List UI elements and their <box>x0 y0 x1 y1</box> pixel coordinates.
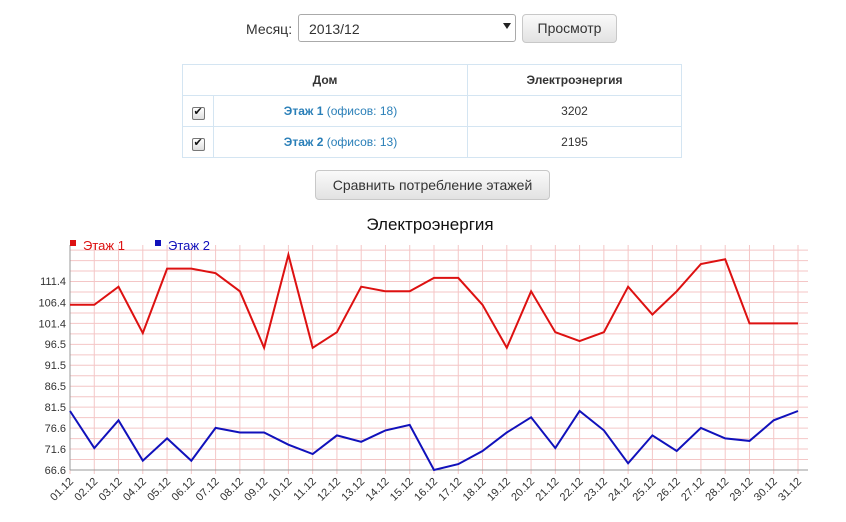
y-tick-label: 71.6 <box>45 444 66 456</box>
legend-label: Этаж 2 <box>168 238 210 253</box>
chart-title: Электроэнергия <box>366 215 493 234</box>
x-tick-label: 03.12 <box>97 476 125 504</box>
x-tick-label: 02.12 <box>72 476 100 504</box>
x-tick-label: 25.12 <box>631 476 659 504</box>
x-tick-label: 26.12 <box>655 476 683 504</box>
floor-2-checkbox[interactable]: ✔ <box>191 136 205 151</box>
x-tick-label: 14.12 <box>364 476 392 504</box>
x-tick-label: 31.12 <box>776 476 804 504</box>
y-tick-label: 66.6 <box>45 465 66 477</box>
floor-cell: Этаж 2 (офисов: 13) <box>213 126 468 158</box>
floor-2-link[interactable]: Этаж 2 <box>284 135 324 149</box>
x-tick-label: 13.12 <box>339 476 367 504</box>
floor-1-checkbox[interactable]: ✔ <box>191 105 205 120</box>
legend-swatch <box>155 240 161 246</box>
x-tick-label: 20.12 <box>509 476 537 504</box>
month-label: Месяц: <box>246 21 293 37</box>
x-tick-label: 01.12 <box>48 476 76 504</box>
x-tick-label: 04.12 <box>121 476 149 504</box>
y-tick-label: 76.6 <box>45 423 66 435</box>
x-tick-label: 05.12 <box>145 476 173 504</box>
x-tick-label: 17.12 <box>436 476 464 504</box>
x-tick-label: 11.12 <box>291 476 318 503</box>
x-tick-label: 07.12 <box>194 476 222 504</box>
x-tick-label: 10.12 <box>267 476 295 504</box>
table-header-row: Дом Электроэнергия <box>182 64 682 96</box>
x-tick-label: 30.12 <box>752 476 780 504</box>
table-row: ✔ Этаж 2 (офисов: 13) 2195 <box>182 126 682 158</box>
month-select-value: 2013/12 <box>309 21 360 37</box>
x-tick-label: 16.12 <box>412 476 440 504</box>
y-tick-label: 86.5 <box>45 381 66 393</box>
column-header-electricity: Электроэнергия <box>467 64 682 96</box>
x-tick-label: 21.12 <box>534 476 562 504</box>
y-tick-label: 111.4 <box>40 276 66 288</box>
x-tick-label: 28.12 <box>703 476 731 504</box>
y-tick-label: 81.5 <box>45 402 66 414</box>
x-tick-label: 18.12 <box>461 476 489 504</box>
x-tick-label: 12.12 <box>315 476 343 504</box>
x-tick-label: 06.12 <box>170 476 198 504</box>
compare-floors-button[interactable]: Сравнить потребление этажей <box>315 170 550 200</box>
row-checkbox-cell: ✔ <box>182 126 214 158</box>
x-tick-label: 27.12 <box>679 476 707 504</box>
floor-1-offices: (офисов: 18) <box>326 104 398 118</box>
filter-row: Месяц: 2013/12 Просмотр <box>0 14 846 44</box>
legend-swatch <box>70 240 76 246</box>
floor-2-offices: (офисов: 13) <box>326 135 398 149</box>
x-tick-label: 23.12 <box>582 476 610 504</box>
y-tick-label: 101.4 <box>38 318 66 330</box>
floor-1-electricity-value: 3202 <box>467 95 682 127</box>
x-tick-label: 08.12 <box>218 476 246 504</box>
x-tick-label: 29.12 <box>728 476 756 504</box>
chevron-down-icon <box>503 23 511 29</box>
month-select[interactable]: 2013/12 <box>298 14 516 42</box>
y-tick-label: 106.4 <box>38 297 66 309</box>
legend-label: Этаж 1 <box>83 238 125 253</box>
x-tick-label: 09.12 <box>242 476 270 504</box>
table-row: ✔ Этаж 1 (офисов: 18) 3202 <box>182 95 682 127</box>
y-tick-label: 96.5 <box>45 339 66 351</box>
column-header-house: Дом <box>182 64 468 96</box>
x-tick-label: 24.12 <box>606 476 634 504</box>
x-tick-label: 19.12 <box>485 476 513 504</box>
floor-cell: Этаж 1 (офисов: 18) <box>213 95 468 127</box>
x-tick-label: 15.12 <box>388 476 416 504</box>
floor-2-electricity-value: 2195 <box>467 126 682 158</box>
electricity-chart: Электроэнергия Этаж 1 Этаж 2 66.6 71.6 76.6 81… <box>38 215 808 504</box>
floor-1-link[interactable]: Этаж 1 <box>284 104 324 118</box>
row-checkbox-cell: ✔ <box>182 95 214 127</box>
x-tick-label: 22.12 <box>558 476 586 504</box>
checkmark-icon: ✔ <box>193 105 203 118</box>
floors-table: Дом Электроэнергия ✔ Этаж 1 (офисов: 18)… <box>182 64 682 158</box>
checkmark-icon: ✔ <box>193 136 203 149</box>
y-tick-label: 91.5 <box>45 360 66 372</box>
view-button[interactable]: Просмотр <box>522 14 617 43</box>
